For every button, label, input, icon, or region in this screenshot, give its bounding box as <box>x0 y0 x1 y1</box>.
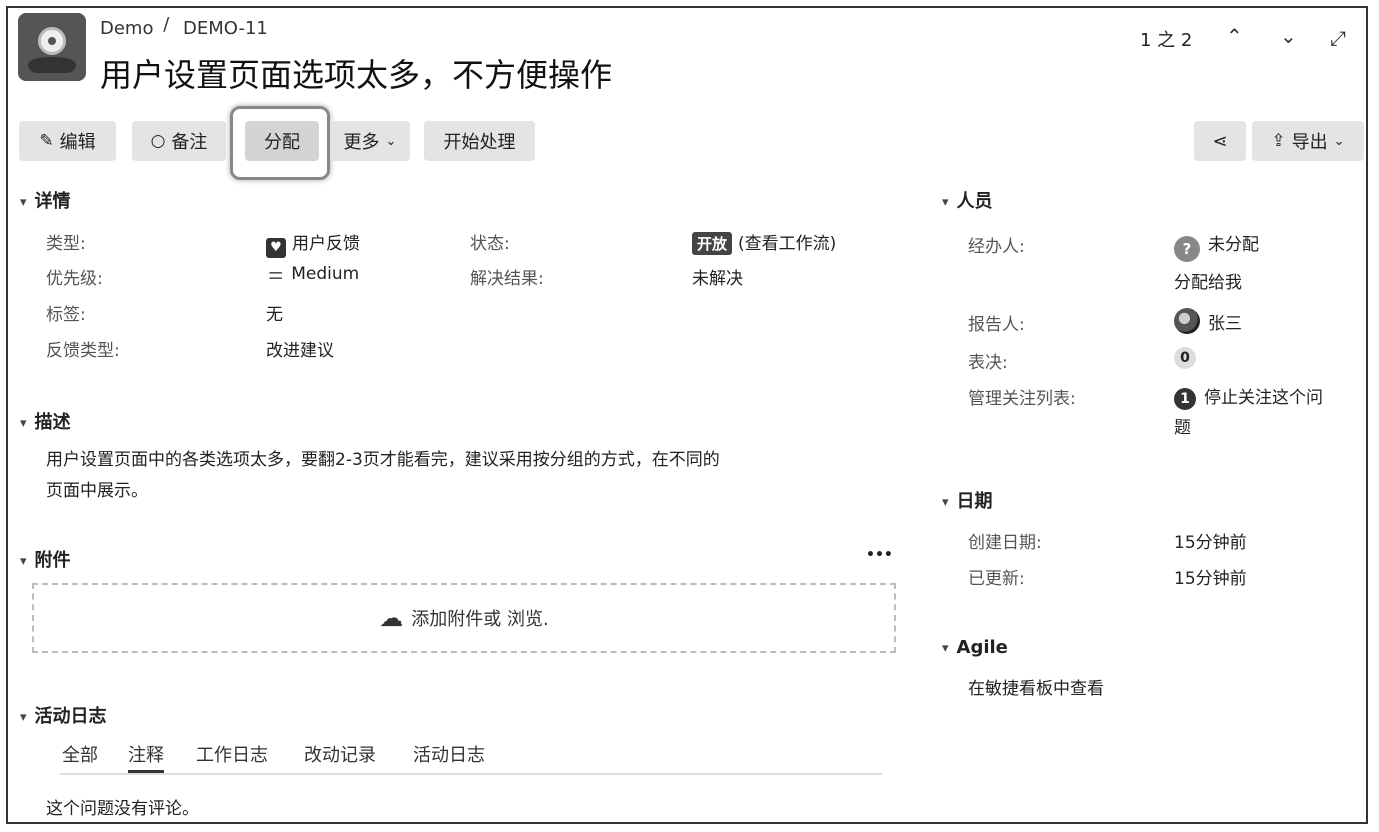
type-label: 类型: <box>46 234 86 254</box>
labels-value[interactable]: 无 <box>266 300 283 325</box>
description-heading[interactable]: ▾ 描述 <box>20 408 71 434</box>
assignee-label: 经办人: <box>968 237 1025 257</box>
reporter-label: 报告人: <box>968 315 1025 335</box>
priority-label: 优先级: <box>46 269 103 289</box>
issue-title[interactable]: 用户设置页面选项太多，不方便操作 <box>100 50 612 96</box>
start-label: 开始处理 <box>443 132 516 153</box>
tab-activity[interactable]: 活动日志 <box>413 741 485 767</box>
type-value: ♥ 用户反馈 <box>266 229 360 258</box>
tab-comments[interactable]: 注释 <box>128 741 164 773</box>
feedback-type-label: 反馈类型: <box>46 341 120 361</box>
updated-label: 已更新: <box>968 569 1025 589</box>
created-label: 创建日期: <box>968 533 1042 553</box>
more-label: 更多 <box>343 132 380 153</box>
tabs-divider <box>60 773 882 775</box>
pager-text: 1 之 2 <box>1140 30 1193 51</box>
attachment-dropzone[interactable]: ☁ 添加附件或 浏览. <box>32 583 896 653</box>
description-line-2[interactable]: 页面中展示。 <box>46 476 148 501</box>
pencil-icon: ✎ <box>39 131 54 151</box>
unassigned-avatar-icon: ? <box>1174 236 1200 262</box>
avatar <box>1174 308 1200 334</box>
votes-count[interactable]: 0 <box>1174 347 1196 369</box>
status-badge[interactable]: 开放 <box>692 232 733 255</box>
chevron-down-icon: ▾ <box>20 710 27 725</box>
chevron-down-icon: ⌄ <box>1333 133 1345 149</box>
tab-worklog[interactable]: 工作日志 <box>196 741 268 767</box>
view-on-board-link[interactable]: 在敏捷看板中查看 <box>968 674 1104 699</box>
export-icon: ⇪ <box>1271 131 1286 151</box>
comment-button[interactable]: ○ 备注 <box>132 121 226 161</box>
description-line-1[interactable]: 用户设置页面中的各类选项太多，要翻2-3页才能看完，建议采用按分组的方式，在不同… <box>46 445 720 470</box>
project-avatar[interactable] <box>18 13 86 81</box>
chevron-down-icon: ▾ <box>942 641 949 656</box>
votes-label: 表决: <box>968 353 1008 373</box>
chevron-down-icon: ▾ <box>942 195 949 210</box>
chevron-down-icon: ▾ <box>20 554 27 569</box>
tab-history[interactable]: 改动记录 <box>304 741 376 767</box>
share-icon: ⋖ <box>1212 130 1228 152</box>
people-heading[interactable]: ▾ 人员 <box>942 187 993 213</box>
breadcrumb-project[interactable]: Demo <box>100 18 153 39</box>
resolution-value: 未解决 <box>692 269 743 289</box>
expand-icon[interactable]: ⤢ <box>1330 26 1346 50</box>
chevron-down-icon: ⌄ <box>385 133 397 149</box>
reporter-value[interactable]: 张三 <box>1174 308 1242 334</box>
view-workflow-link[interactable]: (查看工作流) <box>738 234 836 254</box>
comment-label: 备注 <box>171 132 208 153</box>
activity-heading[interactable]: ▾ 活动日志 <box>20 702 107 728</box>
no-comments-text: 这个问题没有评论。 <box>46 799 199 819</box>
priority-value: ⚌ Medium <box>268 264 360 284</box>
watchers-value[interactable]: 1 停止关注这个问 <box>1174 383 1323 410</box>
attachments-heading[interactable]: ▾ 附件 <box>20 546 71 572</box>
start-progress-button[interactable]: 开始处理 <box>424 121 535 161</box>
chevron-down-icon: ▾ <box>942 495 949 510</box>
agile-heading[interactable]: ▾ Agile <box>942 637 1008 658</box>
prev-issue-icon[interactable]: ⌃ <box>1226 24 1243 48</box>
feedback-icon: ♥ <box>266 238 286 258</box>
edit-button[interactable]: ✎ 编辑 <box>19 121 116 161</box>
chevron-down-icon: ▾ <box>20 195 27 210</box>
labels-label: 标签: <box>46 305 86 325</box>
status-label: 状态: <box>470 234 510 254</box>
edit-label: 编辑 <box>59 132 96 153</box>
breadcrumb-separator: / <box>163 14 170 35</box>
export-button[interactable]: ⇪ 导出 ⌄ <box>1252 121 1364 161</box>
chevron-down-icon: ▾ <box>20 416 27 431</box>
attachments-more-icon[interactable]: ••• <box>866 547 893 563</box>
stop-watching-link[interactable]: 停止关注这个问 <box>1204 388 1323 408</box>
created-value: 15分钟前 <box>1174 533 1247 553</box>
status-value: 开放 (查看工作流) <box>692 229 836 255</box>
assignee-value[interactable]: ? 未分配 <box>1174 230 1259 262</box>
assign-label: 分配 <box>264 132 300 153</box>
breadcrumb-issue-key[interactable]: DEMO-11 <box>183 18 268 39</box>
more-button[interactable]: 更多 ⌄ <box>330 121 410 161</box>
tab-all[interactable]: 全部 <box>62 741 98 767</box>
assign-button[interactable]: 分配 <box>245 121 319 161</box>
comment-icon: ○ <box>150 131 166 151</box>
export-label: 导出 <box>1291 132 1328 153</box>
feedback-type-value[interactable]: 改进建议 <box>266 336 334 361</box>
resolution-label: 解决结果: <box>470 269 544 289</box>
cloud-upload-icon: ☁ <box>379 604 404 632</box>
updated-value: 15分钟前 <box>1174 569 1247 589</box>
assign-to-me-link[interactable]: 分配给我 <box>1174 268 1242 293</box>
details-heading[interactable]: ▾ 详情 <box>20 187 71 213</box>
dropzone-text: 添加附件或 浏览. <box>411 609 549 630</box>
watchers-label: 管理关注列表: <box>968 389 1076 409</box>
share-button[interactable]: ⋖ <box>1194 121 1246 161</box>
breadcrumb: Demo / DEMO-11 <box>100 14 268 39</box>
stop-watching-link-line2[interactable]: 题 <box>1174 413 1191 438</box>
watchers-count: 1 <box>1174 388 1196 410</box>
next-issue-icon[interactable]: ⌄ <box>1280 24 1297 48</box>
priority-medium-icon: ⚌ <box>268 264 284 284</box>
dates-heading[interactable]: ▾ 日期 <box>942 487 993 513</box>
